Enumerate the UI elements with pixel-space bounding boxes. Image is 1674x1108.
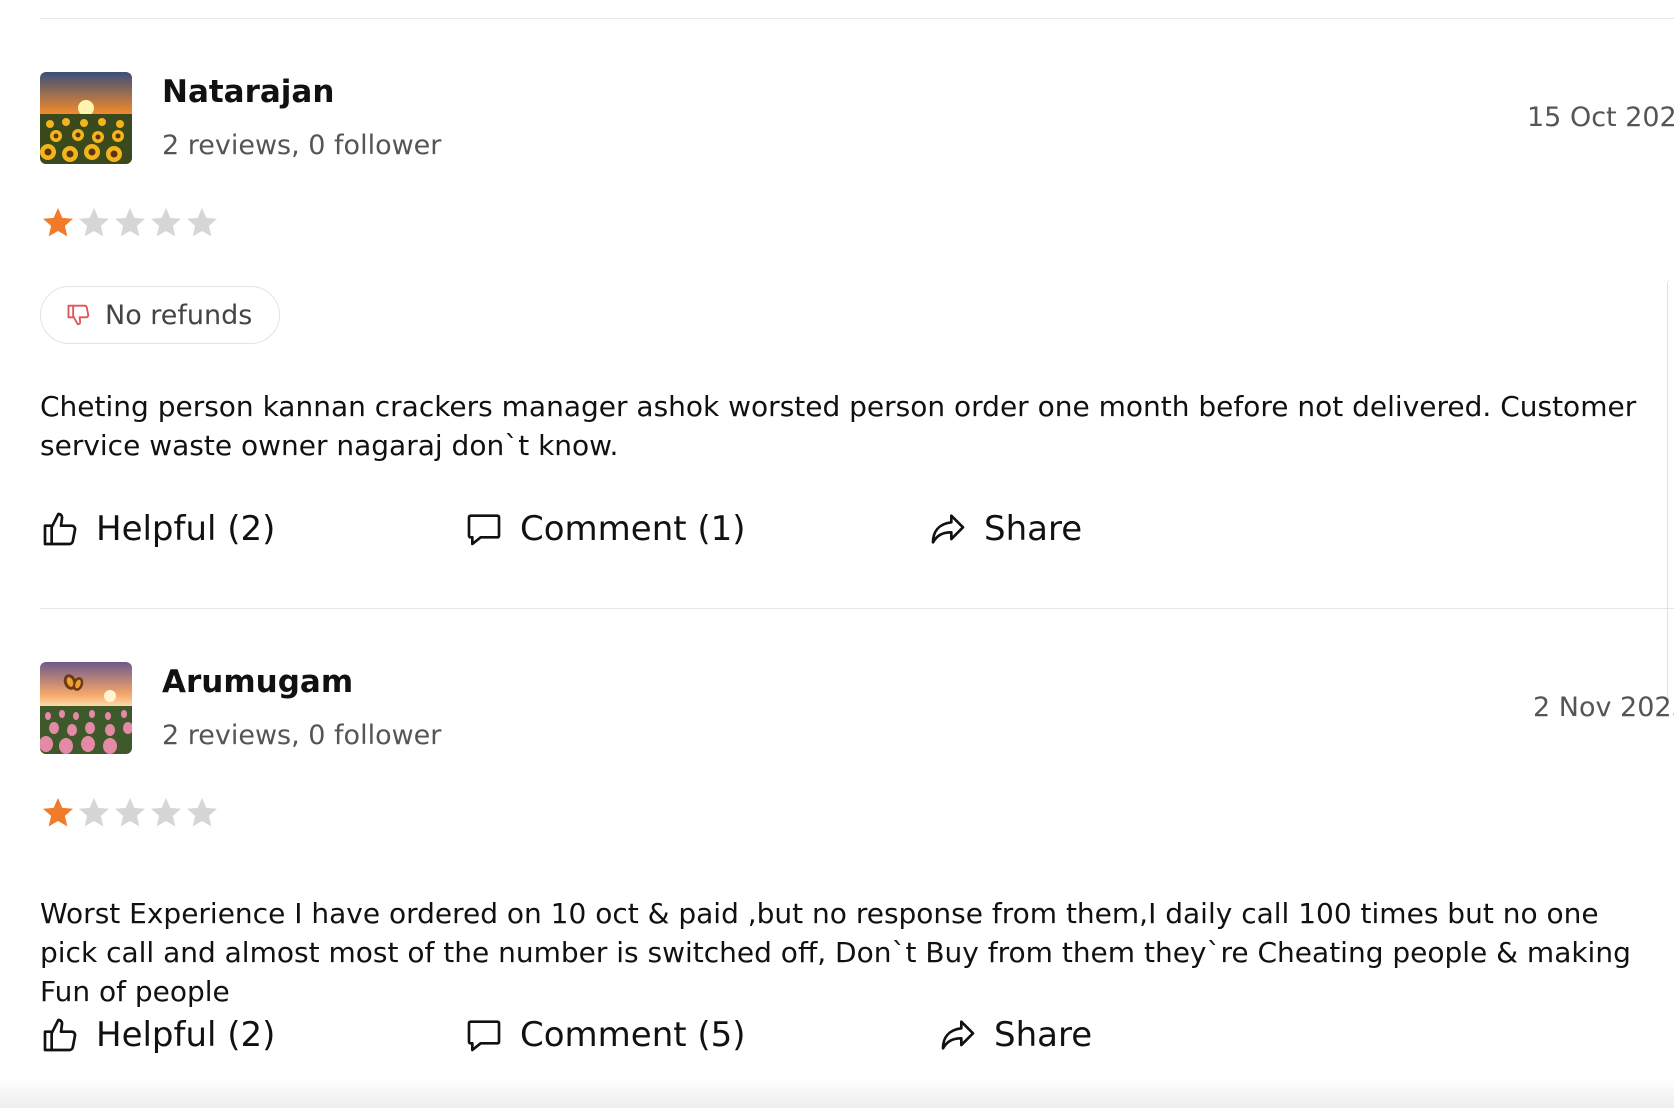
star-empty-icon — [76, 204, 112, 244]
review-date: 2 Nov 2023 — [1533, 692, 1674, 723]
star-empty-icon — [184, 204, 220, 244]
avatar[interactable] — [40, 662, 132, 754]
review-date: 15 Oct 2023 — [1527, 102, 1674, 133]
thumbs-up-icon — [40, 509, 80, 549]
helpful-label: Helpful (2) — [96, 1015, 276, 1055]
comment-button[interactable]: Comment (5) — [464, 1010, 746, 1060]
review-text: Worst Experience I have ordered on 10 oc… — [40, 897, 1631, 1008]
tulip-butterfly-avatar-icon — [40, 662, 132, 754]
comment-icon — [464, 1015, 504, 1055]
review-tag[interactable]: No refunds — [40, 286, 280, 344]
avatar[interactable] — [40, 72, 132, 164]
divider — [40, 18, 1674, 19]
reviewer-meta: 2 reviews, 0 follower — [162, 130, 442, 161]
share-label: Share — [984, 509, 1083, 549]
star-empty-icon — [148, 794, 184, 834]
star-rating — [40, 204, 220, 244]
helpful-label: Helpful (2) — [96, 509, 276, 549]
share-label: Share — [994, 1015, 1093, 1055]
share-arrow-icon — [938, 1015, 978, 1055]
star-empty-icon — [148, 204, 184, 244]
star-empty-icon — [112, 204, 148, 244]
divider — [40, 608, 1674, 609]
share-arrow-icon — [928, 509, 968, 549]
share-button[interactable]: Share — [928, 504, 1082, 554]
reviews-page: Natarajan 2 reviews, 0 follower 15 Oct 2… — [0, 0, 1674, 1108]
bottom-fade — [0, 1078, 1674, 1108]
review-actions: Helpful (2) Comment (1) Share — [40, 504, 1240, 554]
star-filled-icon — [40, 794, 76, 834]
thumbs-down-icon — [65, 301, 93, 329]
reviewer-name[interactable]: Arumugam — [162, 664, 353, 700]
comment-button[interactable]: Comment (1) — [464, 504, 746, 554]
comment-label: Comment (5) — [520, 1015, 746, 1055]
star-empty-icon — [184, 794, 220, 834]
thumbs-up-icon — [40, 1015, 80, 1055]
reviewer-meta: 2 reviews, 0 follower — [162, 720, 442, 751]
tag-label: No refunds — [105, 299, 253, 331]
star-filled-icon — [40, 204, 76, 244]
helpful-button[interactable]: Helpful (2) — [40, 1010, 275, 1060]
star-empty-icon — [112, 794, 148, 834]
star-rating — [40, 794, 220, 834]
helpful-button[interactable]: Helpful (2) — [40, 504, 275, 554]
review-text: Cheting person kannan crackers manager a… — [40, 390, 1637, 462]
reviewer-name[interactable]: Natarajan — [162, 74, 334, 110]
side-panel-edge — [1667, 280, 1674, 700]
star-empty-icon — [76, 794, 112, 834]
comment-icon — [464, 509, 504, 549]
review-actions: Helpful (2) Comment (5) Share — [40, 1010, 1240, 1060]
share-button[interactable]: Share — [938, 1010, 1092, 1060]
comment-label: Comment (1) — [520, 509, 746, 549]
sunflower-field-avatar-icon — [40, 72, 132, 164]
